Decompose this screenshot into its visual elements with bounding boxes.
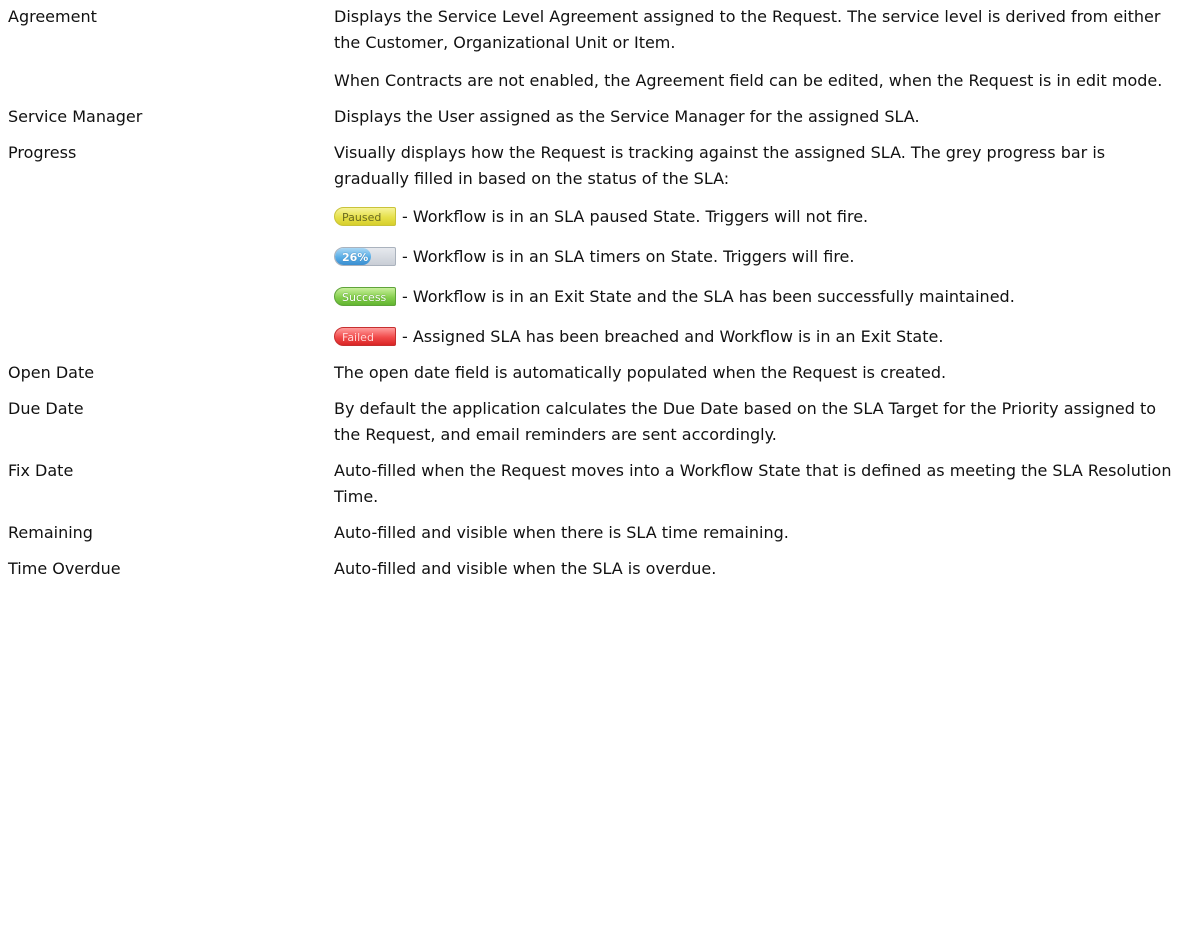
paused-status-badge: Paused: [334, 207, 396, 226]
description-paragraph: Displays the User assigned as the Servic…: [334, 107, 920, 126]
description-paragraph: By default the application calculates th…: [334, 399, 1157, 444]
term-agreement: Agreement: [8, 7, 97, 26]
status-description: - Assigned SLA has been breached and Wor…: [402, 327, 944, 346]
field-description-table: Agreement Displays the Service Level Agr…: [8, 4, 1174, 592]
progress-percent-label: 26%: [342, 251, 369, 264]
description-paragraph: Auto-filled and visible when the SLA is …: [334, 559, 717, 578]
description-paragraph: Displays the Service Level Agreement ass…: [334, 7, 1161, 52]
description-paragraph: Auto-filled when the Request moves into …: [334, 461, 1172, 506]
term-open-date: Open Date: [8, 363, 95, 382]
row-remaining: Remaining Auto-filled and visible when t…: [8, 520, 1174, 546]
status-line-paused: Paused - Workflow is in an SLA paused St…: [334, 204, 1174, 230]
description-paragraph: Auto-filled and visible when there is SL…: [334, 523, 789, 542]
term-remaining: Remaining: [8, 523, 93, 542]
description-due-date: By default the application calculates th…: [334, 396, 1174, 448]
description-progress: Visually displays how the Request is tra…: [334, 140, 1174, 350]
status-line-failed: Failed - Assigned SLA has been breached …: [334, 324, 1174, 350]
row-agreement: Agreement Displays the Service Level Agr…: [8, 4, 1174, 94]
term-progress: Progress: [8, 143, 77, 162]
term-due-date: Due Date: [8, 399, 84, 418]
row-time-overdue: Time Overdue Auto-filled and visible whe…: [8, 556, 1174, 582]
description-fix-date: Auto-filled when the Request moves into …: [334, 458, 1174, 510]
status-line-success: Success - Workflow is in an Exit State a…: [334, 284, 1174, 310]
term-time-overdue: Time Overdue: [8, 559, 121, 578]
row-progress: Progress Visually displays how the Reque…: [8, 140, 1174, 350]
row-due-date: Due Date By default the application calc…: [8, 396, 1174, 448]
status-description: - Workflow is in an Exit State and the S…: [402, 287, 1015, 306]
description-agreement: Displays the Service Level Agreement ass…: [334, 4, 1174, 94]
row-fix-date: Fix Date Auto-filled when the Request mo…: [8, 458, 1174, 510]
description-open-date: The open date field is automatically pop…: [334, 360, 1174, 386]
status-description: - Workflow is in an SLA timers on State.…: [402, 247, 855, 266]
description-remaining: Auto-filled and visible when there is SL…: [334, 520, 1174, 546]
term-fix-date: Fix Date: [8, 461, 74, 480]
success-status-badge: Success: [334, 287, 396, 306]
row-open-date: Open Date The open date field is automat…: [8, 360, 1174, 386]
description-time-overdue: Auto-filled and visible when the SLA is …: [334, 556, 1174, 582]
description-service-manager: Displays the User assigned as the Servic…: [334, 104, 1174, 130]
failed-status-badge: Failed: [334, 327, 396, 346]
status-line-timers-on: 26% - Workflow is in an SLA timers on St…: [334, 244, 1174, 270]
status-description: - Workflow is in an SLA paused State. Tr…: [402, 207, 869, 226]
description-paragraph: When Contracts are not enabled, the Agre…: [334, 71, 1163, 90]
term-service-manager: Service Manager: [8, 107, 143, 126]
description-paragraph: Visually displays how the Request is tra…: [334, 143, 1106, 188]
row-service-manager: Service Manager Displays the User assign…: [8, 104, 1174, 130]
progress-status-badge: 26%: [334, 247, 396, 266]
description-paragraph: The open date field is automatically pop…: [334, 363, 947, 382]
